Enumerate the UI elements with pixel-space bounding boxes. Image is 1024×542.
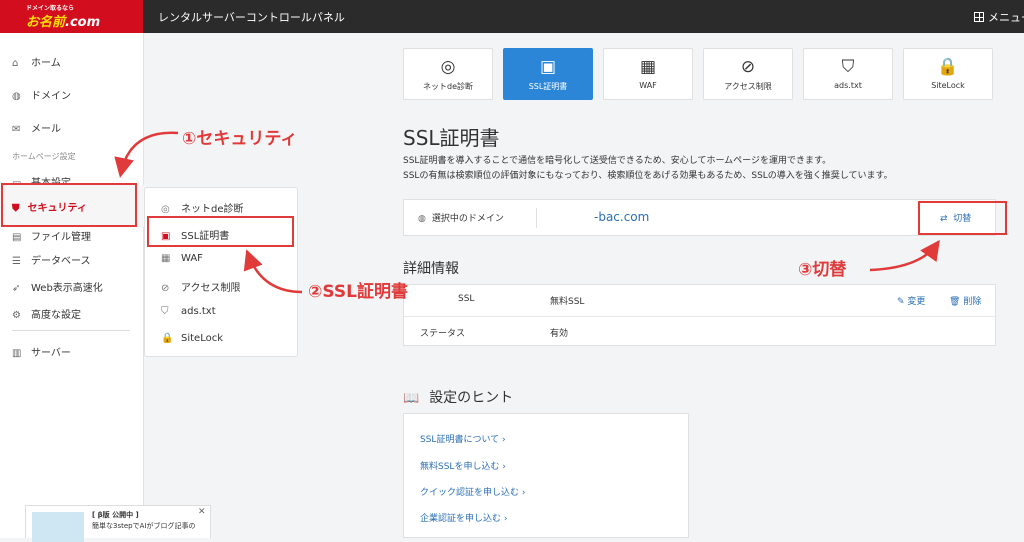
arrow-to-security (114, 131, 179, 178)
close-icon[interactable]: ✕ (198, 507, 206, 517)
promo-banner[interactable]: [ β版 公開中 ] 簡単な3stepでAIがブログ記事の ✕ (25, 505, 211, 542)
arrow-to-ssl (243, 249, 303, 294)
arrow-to-switch (869, 239, 940, 272)
annotation-arrows (114, 131, 940, 294)
